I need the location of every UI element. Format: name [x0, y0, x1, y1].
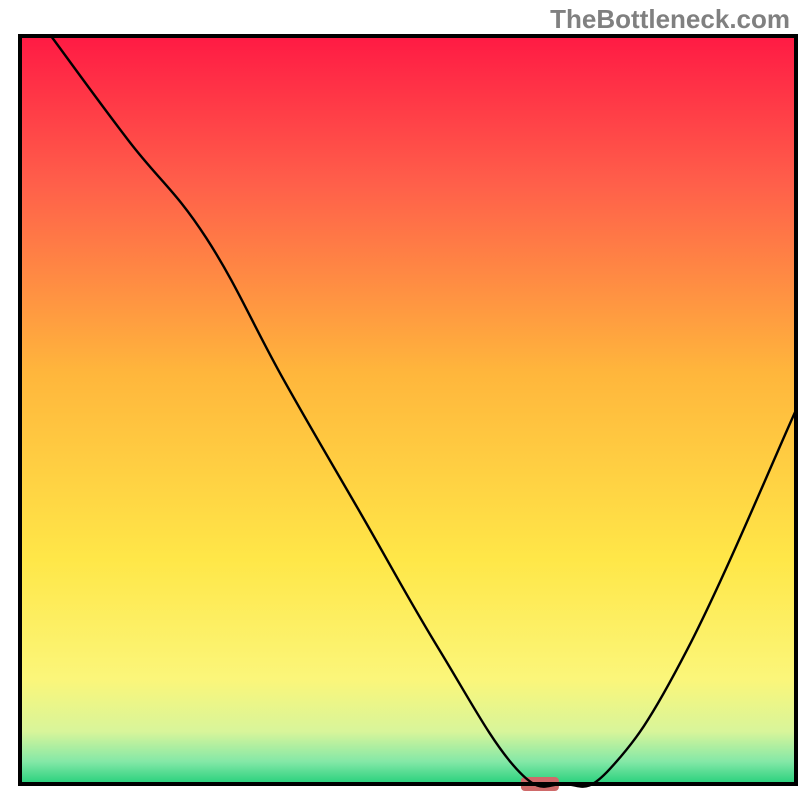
chart-svg: [0, 0, 800, 800]
plot-background: [20, 36, 796, 784]
watermark-text: TheBottleneck.com: [550, 4, 790, 35]
bottleneck-chart: TheBottleneck.com: [0, 0, 800, 800]
